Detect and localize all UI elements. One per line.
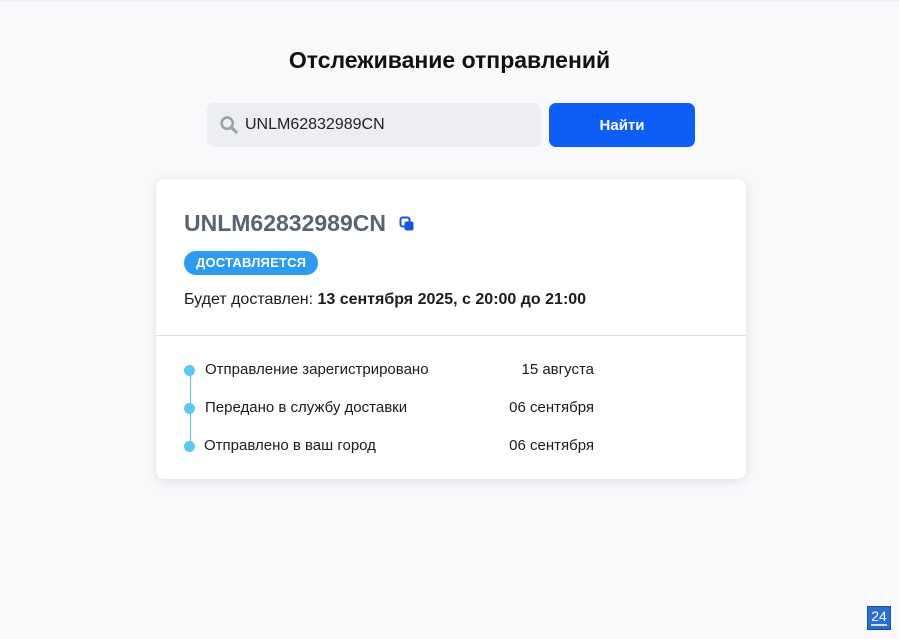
search-box[interactable] [207, 103, 541, 147]
top-border [0, 0, 899, 2]
status-badge: ДОСТАВЛЯЕТСЯ [184, 251, 319, 275]
event-date: 15 августа [521, 361, 594, 378]
corner-badge-bar [871, 624, 887, 626]
tracking-number-row: UNLM62832989CN [184, 210, 415, 237]
delivery-estimate: Будет доставлен: 13 сентября 2025, с 20:… [184, 291, 586, 309]
delivery-label: Будет доставлен: [184, 291, 318, 308]
timeline-event: Отправлено в ваш город 06 сентября [184, 437, 594, 457]
event-label: Передано в службу доставки [205, 399, 408, 416]
find-button[interactable]: Найти [549, 103, 695, 147]
page-title: Отслеживание отправлений [288, 47, 611, 73]
event-date: 06 сентября [509, 399, 594, 416]
delivery-value: 13 сентября 2025, с 20:00 до 21:00 [317, 291, 587, 308]
timeline-event: Отправление зарегистрировано 15 августа [184, 361, 594, 381]
search-input[interactable] [245, 105, 535, 145]
search-icon [220, 116, 238, 134]
event-label: Отправление зарегистрировано [205, 361, 429, 378]
tracking-number: UNLM62832989CN [184, 210, 386, 236]
tracking-card: UNLM62832989CN ДОСТАВЛЯЕТСЯ Будет достав… [156, 179, 746, 479]
timeline-dot [184, 441, 195, 452]
card-divider [156, 335, 746, 336]
event-label: Отправлено в ваш город [204, 437, 376, 454]
timeline-event: Передано в службу доставки 06 сентября [184, 399, 594, 419]
corner-badge-text: 24 [871, 608, 887, 624]
timeline-dot [184, 365, 195, 376]
copy-icon[interactable] [399, 216, 415, 232]
timeline-dot [184, 403, 195, 414]
event-date: 06 сентября [509, 437, 594, 454]
corner-widget-badge[interactable]: 24 [867, 606, 891, 630]
